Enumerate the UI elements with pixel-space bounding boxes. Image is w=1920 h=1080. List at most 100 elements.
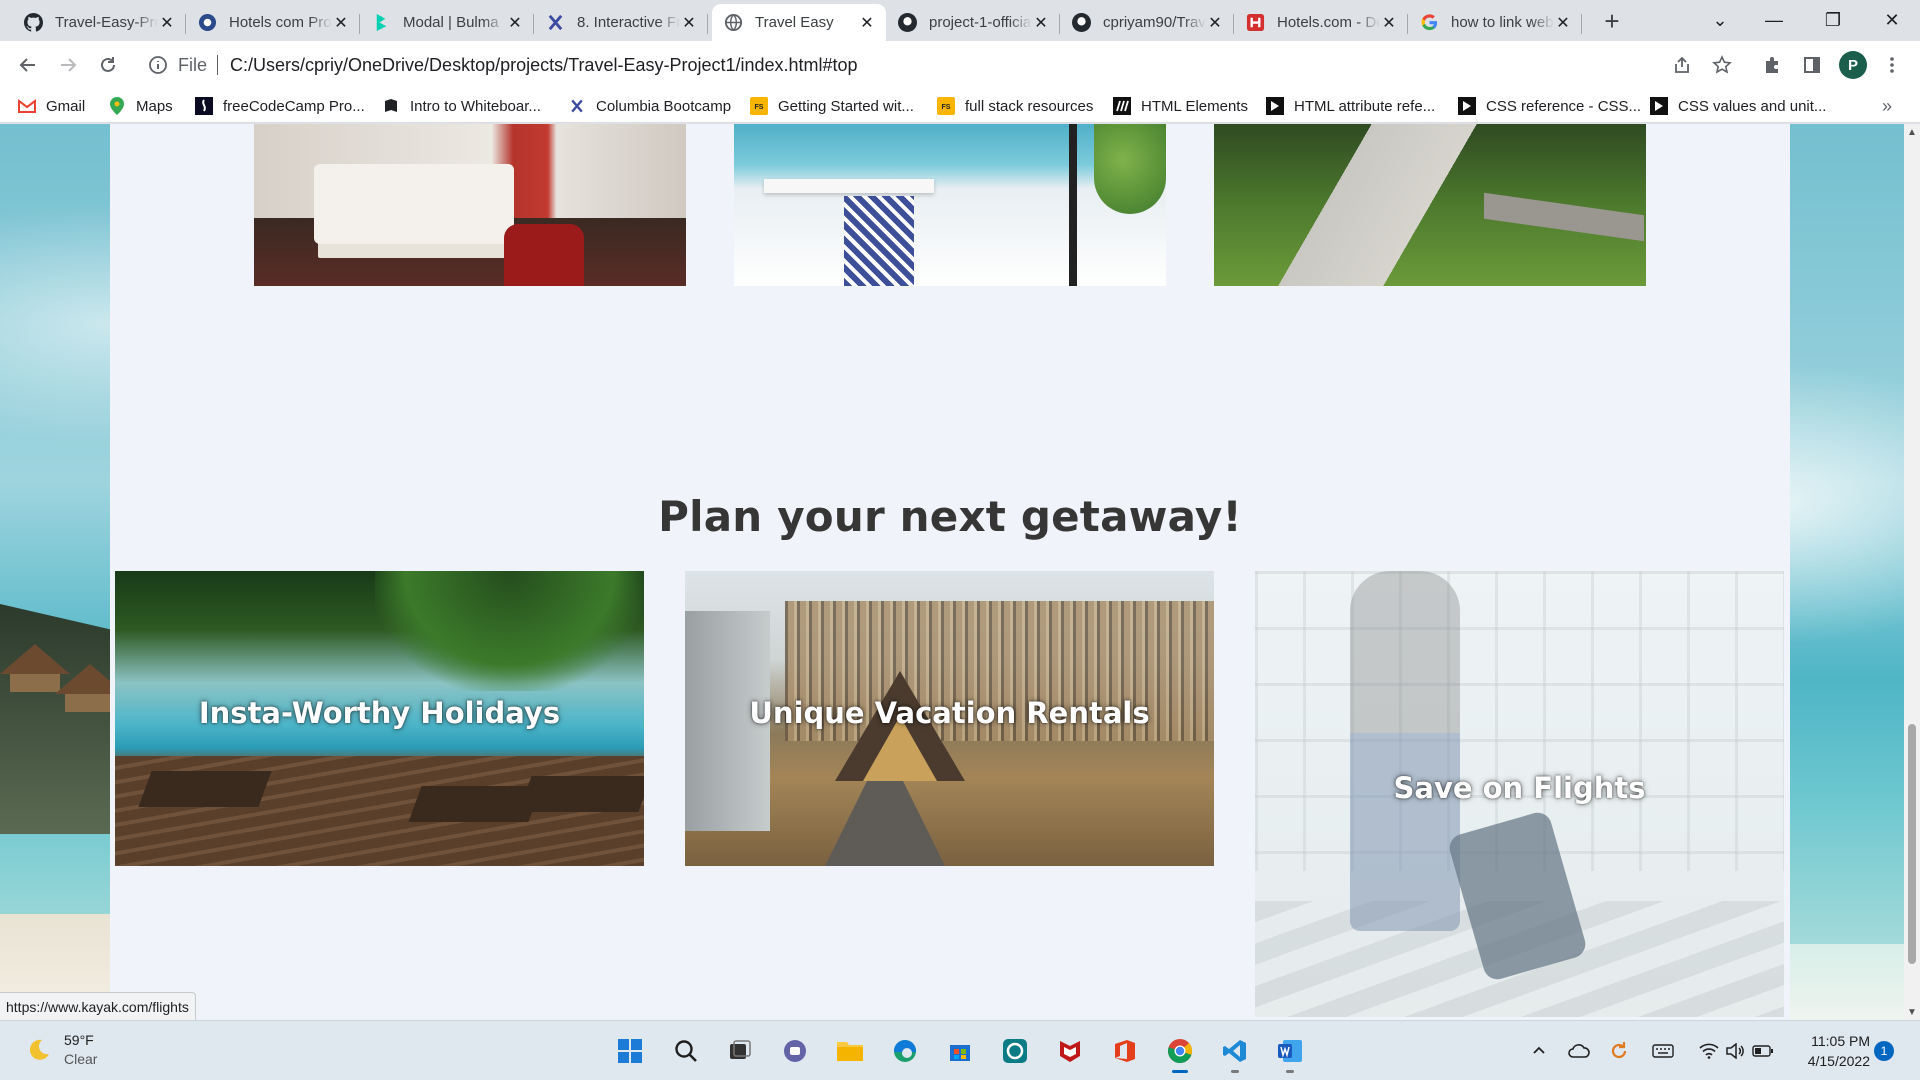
bookmark-whiteboarding[interactable]: Intro to Whiteboar...: [382, 94, 541, 118]
tab-travel-easy[interactable]: Travel Easy ✕: [712, 4, 886, 41]
back-arrow-icon[interactable]: [12, 49, 44, 81]
minimize-icon[interactable]: —: [1746, 0, 1802, 41]
weather-widget[interactable]: 59°F Clear: [26, 1031, 97, 1069]
chrome-icon[interactable]: [1162, 1033, 1198, 1073]
more-menu-icon[interactable]: [1876, 49, 1908, 81]
close-window-icon[interactable]: ✕: [1864, 0, 1920, 41]
bookmark-getting-started[interactable]: FS Getting Started wit...: [750, 94, 914, 118]
tile-unique-vacation-rentals[interactable]: Unique Vacation Rentals: [685, 571, 1214, 866]
bookmark-label: Gmail: [46, 97, 86, 115]
vscode-icon[interactable]: [1217, 1033, 1253, 1073]
bookmark-star-icon[interactable]: [1706, 49, 1738, 81]
clock-date: 4/15/2022: [1807, 1053, 1870, 1069]
tab-title: Travel-Easy-Project1: [55, 14, 158, 31]
chevron-up-icon[interactable]: [1526, 1038, 1552, 1064]
mdn-icon: [1113, 97, 1131, 115]
edge-icon[interactable]: [887, 1033, 923, 1069]
new-tab-button[interactable]: +: [1596, 8, 1628, 36]
keyboard-icon[interactable]: [1650, 1038, 1676, 1064]
wifi-icon[interactable]: [1696, 1038, 1722, 1064]
tab-title: how to link web: [1451, 14, 1554, 31]
tab-search-chevron-icon[interactable]: ⌄: [1692, 0, 1748, 41]
close-icon[interactable]: ✕: [506, 14, 524, 32]
sync-update-icon[interactable]: [1606, 1038, 1632, 1064]
hotel-photo[interactable]: [734, 124, 1166, 286]
bookmark-label: freeCodeCamp Pro...: [223, 97, 365, 115]
microsoft-store-icon[interactable]: [942, 1033, 978, 1069]
close-icon[interactable]: ✕: [332, 14, 350, 32]
google-icon: [1420, 13, 1439, 32]
close-icon[interactable]: ✕: [158, 14, 176, 32]
word-icon[interactable]: [1272, 1033, 1308, 1073]
teams-chat-icon[interactable]: [777, 1033, 813, 1069]
close-icon[interactable]: ✕: [680, 14, 698, 32]
url-text[interactable]: C:/Users/cpriy/OneDrive/Desktop/projects…: [230, 55, 858, 76]
system-clock[interactable]: 11:05 PM 4/15/2022: [1786, 1031, 1870, 1071]
tile-insta-worthy-holidays[interactable]: Insta-Worthy Holidays: [115, 571, 644, 866]
bookmark-html-attribute-reference[interactable]: HTML attribute refe...: [1266, 94, 1435, 118]
gmail-icon: [18, 97, 36, 115]
weather-desc: Clear: [64, 1051, 98, 1067]
bookmark-gmail[interactable]: Gmail: [18, 94, 85, 118]
page-scrollbar[interactable]: ▲ ▼: [1904, 124, 1920, 1020]
side-panel-icon[interactable]: [1796, 49, 1828, 81]
tab-google-search[interactable]: how to link web ✕: [1408, 4, 1582, 41]
file-explorer-icon[interactable]: [832, 1033, 868, 1069]
w3-icon: [1458, 97, 1476, 115]
maps-icon: [108, 97, 126, 115]
scroll-thumb[interactable]: [1908, 724, 1916, 964]
browser-toolbar: File C:/Users/cpriy/OneDrive/Desktop/pro…: [0, 41, 1920, 89]
address-bar[interactable]: File C:/Users/cpriy/OneDrive/Desktop/pro…: [138, 47, 1736, 83]
task-view-icon[interactable]: [722, 1033, 758, 1069]
bookmark-columbia-bootcamp[interactable]: Columbia Bootcamp: [568, 94, 731, 118]
extensions-icon[interactable]: [1756, 49, 1788, 81]
bookmark-css-values-units[interactable]: CSS values and unit...: [1650, 94, 1826, 118]
tab-modal-bulma[interactable]: Modal | Bulma ✕: [360, 4, 534, 41]
more-bookmarks-chevron-icon[interactable]: »: [1882, 94, 1892, 118]
github-icon: [24, 13, 43, 32]
close-icon[interactable]: ✕: [1032, 14, 1050, 32]
hotels-icon: [1246, 13, 1265, 32]
tab-hotels-com[interactable]: Hotels.com - Deals ✕: [1234, 4, 1408, 41]
info-icon[interactable]: [148, 55, 168, 75]
close-icon[interactable]: ✕: [1380, 14, 1398, 32]
tile-save-on-flights[interactable]: Save on Flights: [1255, 571, 1784, 1017]
bookmark-freecodecamp[interactable]: freeCodeCamp Pro...: [195, 94, 365, 118]
battery-icon[interactable]: [1750, 1038, 1776, 1064]
scroll-down-icon[interactable]: ▼: [1904, 1004, 1920, 1020]
close-icon[interactable]: ✕: [858, 14, 876, 32]
bookmark-html-elements[interactable]: HTML Elements: [1113, 94, 1248, 118]
bookmark-maps[interactable]: Maps: [108, 94, 173, 118]
bookmark-label: Getting Started wit...: [778, 97, 914, 115]
bookmark-css-reference[interactable]: CSS reference - CSS...: [1458, 94, 1641, 118]
tab-cpriyam90-travel[interactable]: cpriyam90/Travel ✕: [1060, 4, 1234, 41]
tab-travel-easy-project1[interactable]: Travel-Easy-Project1 ✕: [12, 4, 186, 41]
profile-avatar[interactable]: P: [1839, 51, 1867, 79]
weather-temp: 59°F: [64, 1032, 94, 1048]
globe-icon: [724, 13, 743, 32]
reload-icon[interactable]: [92, 49, 124, 81]
scheme-label: File: [178, 54, 208, 75]
onedrive-cloud-icon[interactable]: [1566, 1038, 1592, 1064]
restore-icon[interactable]: ❐: [1805, 0, 1861, 41]
office-icon[interactable]: [1107, 1033, 1143, 1069]
tab-title: Hotels.com - Deals: [1277, 14, 1380, 31]
hotel-photo[interactable]: [254, 124, 686, 286]
backup-app-icon[interactable]: [997, 1033, 1033, 1069]
tab-project-1-official[interactable]: project-1-official ✕: [886, 4, 1060, 41]
notification-badge[interactable]: 1: [1874, 1041, 1894, 1061]
scroll-up-icon[interactable]: ▲: [1904, 124, 1920, 140]
close-icon[interactable]: ✕: [1554, 14, 1572, 32]
forward-arrow-icon[interactable]: [52, 49, 84, 81]
tab-hotels-com-project[interactable]: Hotels com Project ✕: [186, 4, 360, 41]
tab-interactive-frontend[interactable]: 8. Interactive Frontend ✕: [534, 4, 708, 41]
w3-icon: [1266, 97, 1284, 115]
close-icon[interactable]: ✕: [1206, 14, 1224, 32]
bookmark-full-stack-resources[interactable]: FS full stack resources: [937, 94, 1093, 118]
mcafee-icon[interactable]: [1052, 1033, 1088, 1069]
volume-icon[interactable]: [1722, 1038, 1748, 1064]
share-icon[interactable]: [1666, 49, 1698, 81]
search-icon[interactable]: [668, 1033, 704, 1069]
hotel-photo[interactable]: [1214, 124, 1646, 286]
windows-start-icon[interactable]: [612, 1033, 648, 1069]
